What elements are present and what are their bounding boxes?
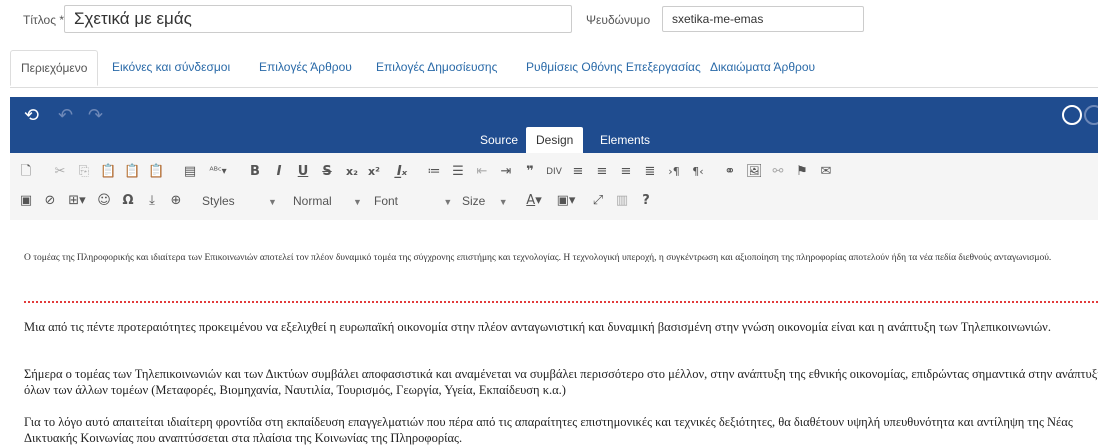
toolbar-row-1: 🗋 ✂ ⎘ 📋 📋 📋 ▤ ᴬᴮᶜ▾ B I U S x₂ x² I̲ₓ ≔ ☰… bbox=[10, 161, 1098, 185]
history-icon[interactable]: ⟲ bbox=[24, 105, 39, 126]
format-dropdown-label: Normal bbox=[293, 194, 332, 208]
new-document-icon[interactable]: 🗋 bbox=[18, 161, 34, 183]
align-center-icon[interactable]: ≡ bbox=[594, 161, 610, 183]
smiley-icon[interactable]: ☺ bbox=[96, 190, 112, 212]
tab-content[interactable]: Περιεχόμενο bbox=[10, 50, 99, 86]
align-left-icon[interactable]: ≡ bbox=[570, 161, 586, 183]
tab-editor-screen-settings[interactable]: Ρυθμίσεις Οθόνης Επεξεργασίας bbox=[516, 50, 711, 86]
iframe-globe-icon[interactable]: ⊕ bbox=[168, 190, 184, 212]
styles-dropdown-label: Styles bbox=[202, 194, 235, 208]
search-icon[interactable] bbox=[1062, 105, 1082, 125]
maximize-icon[interactable]: ⤢ bbox=[590, 190, 606, 212]
table-icon[interactable]: ⊞▾ bbox=[66, 190, 88, 212]
italic-icon[interactable]: I bbox=[272, 161, 286, 183]
show-blocks-icon[interactable]: ▥ bbox=[614, 190, 630, 212]
size-dropdown[interactable]: Size ▼ bbox=[462, 190, 512, 212]
bold-icon[interactable]: B bbox=[248, 161, 262, 183]
chevron-down-icon: ▼ bbox=[443, 197, 453, 207]
redo-icon[interactable]: ↷ bbox=[88, 105, 103, 126]
editor-mode-bar: ⟲ ↶ ↷ Source Design Elements bbox=[10, 97, 1098, 153]
image-link-icon[interactable]: 🖼 bbox=[746, 161, 763, 183]
mode-tab-source[interactable]: Source bbox=[470, 127, 528, 153]
paste-icon[interactable]: 📋 bbox=[100, 161, 116, 183]
styles-dropdown[interactable]: Styles ▼ bbox=[202, 190, 284, 212]
flash-icon[interactable]: ⊘ bbox=[42, 190, 58, 212]
bulleted-list-icon[interactable]: ☰ bbox=[450, 161, 466, 183]
paste-text-icon[interactable]: 📋 bbox=[124, 161, 140, 183]
align-right-icon[interactable]: ≡ bbox=[618, 161, 634, 183]
background-color-icon[interactable]: ▣▾ bbox=[554, 190, 578, 212]
editor-toolbar: 🗋 ✂ ⎘ 📋 📋 📋 ▤ ᴬᴮᶜ▾ B I U S x₂ x² I̲ₓ ≔ ☰… bbox=[10, 153, 1098, 221]
justify-icon[interactable]: ≣ bbox=[642, 161, 658, 183]
undo-icon[interactable]: ↶ bbox=[58, 105, 73, 126]
remove-format-icon[interactable]: I̲ₓ bbox=[394, 161, 410, 183]
page-break-icon[interactable]: ⤓ bbox=[144, 190, 160, 212]
anchor-flag-icon[interactable]: ⚑ bbox=[794, 161, 810, 183]
article-tabs: Περιεχόμενο Εικόνες και σύνδεσμοι Επιλογ… bbox=[10, 44, 1098, 88]
alias-label: Ψευδώνυμο bbox=[586, 13, 651, 27]
paste-word-icon[interactable]: 📋 bbox=[148, 161, 164, 183]
cut-icon[interactable]: ✂ bbox=[52, 161, 68, 183]
close-icon[interactable] bbox=[1084, 105, 1098, 125]
body-paragraph: Μια από τις πέντε προτεραιότητες προκειμ… bbox=[24, 320, 1051, 334]
special-char-icon[interactable]: Ω bbox=[120, 190, 136, 212]
outdent-icon[interactable]: ⇤ bbox=[474, 161, 490, 183]
toolbar-row-2: ▣ ⊘ ⊞▾ ☺ Ω ⤓ ⊕ Styles ▼ Normal ▼ Font ▼ … bbox=[10, 190, 1098, 214]
chevron-down-icon: ▼ bbox=[353, 197, 362, 207]
unlink-icon[interactable]: ⚯ bbox=[770, 161, 786, 183]
tab-article-options[interactable]: Επιλογές Άρθρου bbox=[249, 50, 362, 86]
size-dropdown-label: Size bbox=[462, 194, 486, 208]
body-paragraph: Σήμερα ο τομέας των Τηλεπικοινωνιών και … bbox=[24, 367, 1098, 397]
div-container-icon[interactable]: DIV bbox=[546, 161, 562, 183]
image-icon[interactable]: ▣ bbox=[18, 190, 34, 212]
mode-tab-elements[interactable]: Elements bbox=[590, 127, 660, 153]
link-icon[interactable]: ⚭ bbox=[722, 161, 738, 183]
indent-icon[interactable]: ⇥ bbox=[498, 161, 514, 183]
strikethrough-icon[interactable]: S bbox=[320, 161, 334, 183]
superscript-icon[interactable]: x² bbox=[366, 161, 382, 183]
title-input[interactable] bbox=[64, 5, 572, 33]
tab-publishing-options[interactable]: Επιλογές Δημοσίευσης bbox=[366, 50, 507, 86]
intro-paragraph: Ο τομέας της Πληροφορικής και ιδιαίτερα … bbox=[24, 253, 1052, 263]
tab-images-links[interactable]: Εικόνες και σύνδεσμοι bbox=[102, 50, 240, 86]
alias-input[interactable] bbox=[662, 6, 864, 32]
mode-tab-design[interactable]: Design bbox=[526, 127, 584, 153]
help-icon[interactable]: ? bbox=[638, 190, 654, 212]
find-replace-icon[interactable]: ▤ bbox=[182, 161, 198, 183]
blockquote-icon[interactable]: ❞ bbox=[522, 161, 538, 183]
text-color-icon[interactable]: A▾ bbox=[522, 190, 546, 212]
subscript-icon[interactable]: x₂ bbox=[344, 161, 360, 183]
page-break-separator bbox=[24, 301, 1098, 303]
ltr-icon[interactable]: ›¶ bbox=[666, 161, 682, 183]
body-paragraph: Για το λόγο αυτό απαιτείται ιδιαίτερη φρ… bbox=[24, 415, 1073, 445]
rtl-icon[interactable]: ¶‹ bbox=[690, 161, 706, 183]
chevron-down-icon: ▼ bbox=[268, 197, 277, 207]
underline-icon[interactable]: U bbox=[296, 161, 310, 183]
copy-icon[interactable]: ⎘ bbox=[76, 161, 92, 183]
article-form-header: Τίτλος * Ψευδώνυμο bbox=[0, 0, 1098, 44]
font-dropdown[interactable]: Font ▼ bbox=[374, 190, 454, 212]
font-dropdown-label: Font bbox=[374, 194, 399, 208]
email-icon[interactable]: ✉ bbox=[818, 161, 834, 183]
format-dropdown[interactable]: Normal ▼ bbox=[293, 190, 363, 212]
tab-article-permissions[interactable]: Δικαιώματα Άρθρου bbox=[700, 50, 825, 86]
chevron-down-icon: ▼ bbox=[498, 197, 508, 207]
spellcheck-icon[interactable]: ᴬᴮᶜ▾ bbox=[206, 161, 230, 183]
numbered-list-icon[interactable]: ≔ bbox=[426, 161, 442, 183]
title-label: Τίτλος * bbox=[23, 13, 65, 27]
editor-content[interactable]: Ο τομέας της Πληροφορικής και ιδιαίτερα … bbox=[10, 220, 1098, 448]
